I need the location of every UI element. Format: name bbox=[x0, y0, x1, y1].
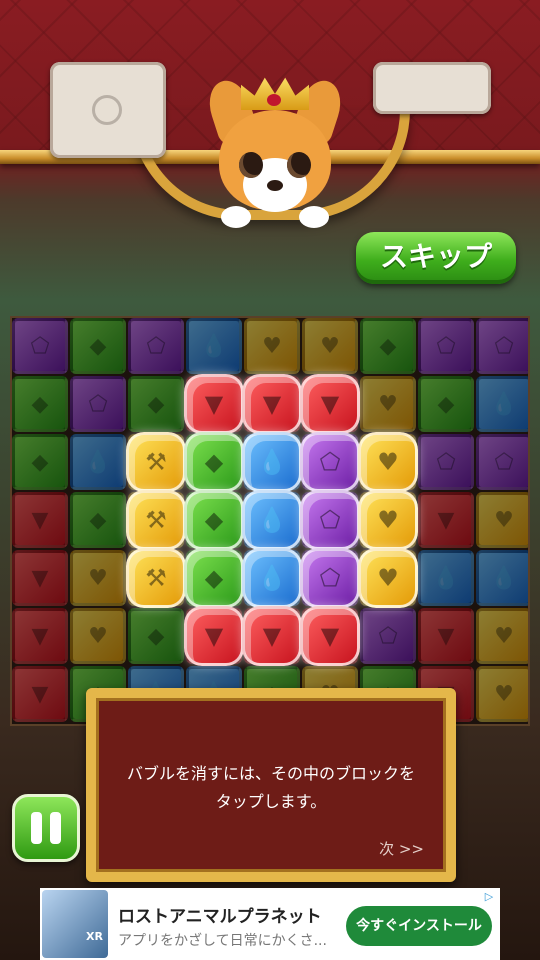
bubble-block-yellow[interactable]: ♥ bbox=[358, 432, 418, 492]
block-yellow: ♥ bbox=[476, 492, 528, 548]
bubble-block-blue[interactable]: 💧 bbox=[242, 548, 302, 608]
corgi-paws bbox=[219, 206, 331, 228]
block-red: ▼ bbox=[418, 608, 474, 664]
tutorial-message: バブルを消すには、その中のブロックを タップします。 bbox=[126, 764, 415, 811]
ad-title[interactable]: ロストアニマルプラネット bbox=[118, 902, 322, 927]
block-yellow: ♥ bbox=[302, 318, 358, 374]
game-board: ⬠◆⬠💧♥♥◆⬠⬠◆⬠◆▼▼▼♥◆💧◆💧♥◆💧⬠♥⬠⬠▼◆♥◆💧⬠♥▼♥▼♥♥◆… bbox=[10, 316, 530, 726]
block-red: ▼ bbox=[418, 492, 474, 548]
block-blue: 💧 bbox=[418, 550, 474, 606]
ad-subtitle[interactable]: アプリをかざして日常にかくさ... bbox=[118, 930, 338, 950]
block-green: ◆ bbox=[128, 376, 184, 432]
skip-button[interactable]: スキップ bbox=[356, 232, 516, 284]
block-purple: ⬠ bbox=[128, 318, 184, 374]
block-purple: ⬠ bbox=[360, 608, 416, 664]
ad-badge: XR bbox=[86, 930, 103, 943]
block-blue: 💧 bbox=[476, 550, 528, 606]
block-yellow: ♥ bbox=[476, 666, 528, 722]
bubble-block-yellow[interactable]: ♥ bbox=[358, 490, 418, 550]
block-green: ◆ bbox=[12, 376, 68, 432]
bubble-block-purple[interactable]: ⬠ bbox=[300, 548, 360, 608]
goal-panel bbox=[50, 62, 166, 158]
block-purple: ⬠ bbox=[12, 318, 68, 374]
block-purple: ⬠ bbox=[418, 318, 474, 374]
block-yellow: ♥ bbox=[244, 318, 300, 374]
block-blue: 💧 bbox=[70, 434, 126, 490]
block-green: ◆ bbox=[70, 492, 126, 548]
block-purple: ⬠ bbox=[70, 376, 126, 432]
bubble-block-yellow[interactable]: ⚒ bbox=[126, 548, 186, 608]
bubble-block-red[interactable]: ▼ bbox=[300, 606, 360, 666]
block-red: ▼ bbox=[12, 550, 68, 606]
block-green: ◆ bbox=[128, 608, 184, 664]
block-green: ◆ bbox=[360, 318, 416, 374]
tutorial-dialog: バブルを消すには、その中のブロックを タップします。 次 >> bbox=[86, 688, 456, 882]
block-green: ◆ bbox=[418, 376, 474, 432]
crown-gem bbox=[267, 94, 281, 106]
block-yellow: ♥ bbox=[70, 608, 126, 664]
block-red: ▼ bbox=[12, 608, 68, 664]
bubble-block-yellow[interactable]: ⚒ bbox=[126, 432, 186, 492]
block-yellow: ♥ bbox=[476, 608, 528, 664]
bubble-block-yellow[interactable]: ♥ bbox=[358, 548, 418, 608]
block-red: ▼ bbox=[12, 666, 68, 722]
corgi-king-mascot bbox=[202, 40, 348, 230]
pause-icon bbox=[31, 812, 42, 844]
block-blue: 💧 bbox=[476, 376, 528, 432]
bubble-block-green[interactable]: ◆ bbox=[184, 548, 244, 608]
corgi-eye-right bbox=[287, 152, 311, 178]
bubble-block-yellow[interactable]: ⚒ bbox=[126, 490, 186, 550]
block-yellow: ♥ bbox=[360, 376, 416, 432]
adchoices-icon[interactable]: ▷ bbox=[482, 890, 496, 904]
block-purple: ⬠ bbox=[418, 434, 474, 490]
block-yellow: ♥ bbox=[70, 550, 126, 606]
block-blue: 💧 bbox=[186, 318, 242, 374]
block-green: ◆ bbox=[70, 318, 126, 374]
goal-ring-icon bbox=[92, 95, 122, 125]
ad-install-button[interactable]: 今すぐインストール bbox=[346, 906, 492, 946]
bubble-block-red[interactable]: ▼ bbox=[184, 374, 244, 434]
bubble-block-red[interactable]: ▼ bbox=[242, 374, 302, 434]
bubble-block-purple[interactable]: ⬠ bbox=[300, 490, 360, 550]
ad-banner[interactable]: XR ロストアニマルプラネット アプリをかざして日常にかくさ... 今すぐインス… bbox=[40, 888, 500, 960]
block-red: ▼ bbox=[12, 492, 68, 548]
bubble-block-red[interactable]: ▼ bbox=[242, 606, 302, 666]
bubble-block-green[interactable]: ◆ bbox=[184, 490, 244, 550]
bubble-block-red[interactable]: ▼ bbox=[300, 374, 360, 434]
bubble-block-purple[interactable]: ⬠ bbox=[300, 432, 360, 492]
corgi-nose bbox=[267, 180, 283, 191]
block-purple: ⬠ bbox=[476, 434, 528, 490]
bubble-block-blue[interactable]: 💧 bbox=[242, 490, 302, 550]
pause-button[interactable] bbox=[12, 794, 80, 862]
next-button[interactable]: 次 >> bbox=[379, 838, 424, 859]
block-green: ◆ bbox=[12, 434, 68, 490]
block-purple: ⬠ bbox=[476, 318, 528, 374]
bubble-block-green[interactable]: ◆ bbox=[184, 432, 244, 492]
ad-app-icon[interactable]: XR bbox=[42, 890, 108, 958]
corgi-eye-left bbox=[239, 152, 263, 178]
pause-icon-bar bbox=[50, 812, 61, 844]
moves-panel bbox=[373, 62, 491, 114]
bubble-block-red[interactable]: ▼ bbox=[184, 606, 244, 666]
bubble-block-blue[interactable]: 💧 bbox=[242, 432, 302, 492]
